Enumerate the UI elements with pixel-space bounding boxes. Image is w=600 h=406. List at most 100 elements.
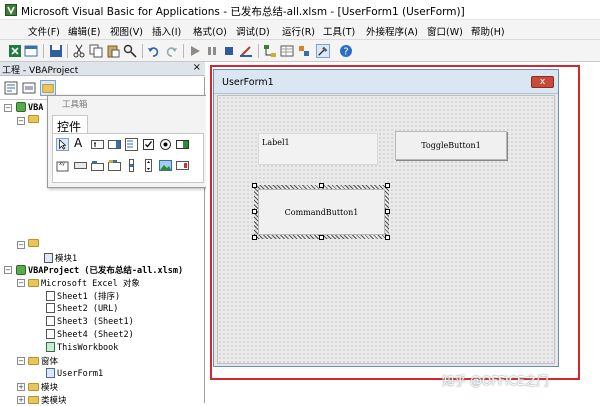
userform-close-button[interactable]: x (531, 76, 554, 88)
menu-debug[interactable]: 调试(D) (236, 24, 270, 38)
reset-icon[interactable] (222, 44, 236, 58)
resize-handle[interactable] (252, 235, 257, 240)
command-button-tool-icon[interactable] (74, 159, 87, 172)
select-pointer-icon[interactable] (56, 138, 69, 151)
design-mode-icon[interactable] (239, 44, 253, 58)
resize-handle[interactable] (252, 183, 257, 188)
togglebutton1-control[interactable]: ToggleButton1 (395, 131, 507, 160)
userform-window[interactable]: UserForm1 x Label1 ToggleButton1 Command… (213, 69, 559, 367)
userform-title-bar[interactable]: UserForm1 x (214, 70, 558, 94)
collapse-toggle[interactable]: − (17, 241, 25, 249)
paste-icon[interactable] (106, 44, 120, 58)
tree-node-userform1[interactable]: UserForm1 (46, 368, 103, 379)
commandbutton1-control[interactable]: CommandButton1 (258, 189, 385, 235)
tree-node-sheet3[interactable]: Sheet3 (Sheet1) (46, 316, 134, 327)
tree-node-folder[interactable] (28, 239, 41, 249)
frame-tool-icon[interactable]: xy (56, 159, 69, 172)
collapse-toggle[interactable]: − (4, 266, 12, 274)
resize-handle[interactable] (319, 183, 324, 188)
break-icon[interactable] (205, 44, 219, 58)
project-explorer-title-bar: 工程 - VBAProject × (0, 62, 205, 76)
resize-handle[interactable] (319, 235, 324, 240)
collapse-toggle[interactable]: − (17, 117, 25, 125)
collapse-toggle[interactable]: − (4, 104, 12, 112)
listbox-tool-icon[interactable] (125, 138, 138, 151)
menu-help[interactable]: 帮助(H) (471, 24, 505, 38)
tree-node-sheet4[interactable]: Sheet4 (Sheet2) (46, 329, 134, 340)
insert-userform-icon[interactable] (24, 44, 38, 58)
tree-node-sheet1[interactable]: Sheet1 (排序) (46, 290, 120, 302)
expand-toggle[interactable]: + (17, 383, 25, 391)
tree-node-forms[interactable]: 窗体 (28, 355, 58, 367)
label1-control[interactable]: Label1 (258, 133, 378, 165)
tab-controls[interactable]: 控件 (52, 115, 88, 134)
tree-node-vbaproject-1[interactable]: VBA (16, 102, 43, 113)
watermark: 知乎 @OFFICE之门 (442, 374, 549, 388)
undo-icon[interactable] (147, 44, 161, 58)
toolbar-separator (67, 44, 68, 58)
resize-handle[interactable] (385, 235, 390, 240)
tree-node-folder[interactable] (28, 115, 41, 125)
menu-file[interactable]: 文件(F) (28, 24, 60, 38)
vbaproject-icon (16, 102, 26, 112)
menu-view[interactable]: 视图(V) (110, 24, 143, 38)
multipage-tool-icon[interactable] (108, 159, 121, 172)
help-icon[interactable]: ? (339, 44, 353, 58)
tree-node-vbaproject[interactable]: VBAProject (已发布总结-all.xlsm) (16, 264, 183, 276)
menu-insert[interactable]: 插入(I) (152, 24, 181, 38)
view-excel-icon[interactable] (8, 44, 22, 58)
label-tool-icon[interactable]: A (74, 136, 87, 150)
toggle-button-tool-icon[interactable] (176, 138, 189, 151)
spin-button-tool-icon[interactable] (142, 159, 155, 172)
menu-format[interactable]: 格式(O) (193, 24, 227, 38)
properties-window-icon[interactable] (280, 44, 294, 58)
tree-node-module1[interactable]: 模块1 (44, 252, 77, 264)
collapse-toggle[interactable]: − (17, 357, 25, 365)
title-bar: Microsoft Visual Basic for Applications … (0, 0, 600, 20)
find-icon[interactable] (123, 44, 137, 58)
toolbox-icon[interactable] (316, 44, 330, 58)
collapse-toggle[interactable]: − (17, 279, 25, 287)
toolbar-separator (183, 44, 184, 58)
cut-icon[interactable] (72, 44, 86, 58)
tree-node-modules[interactable]: 模块 (28, 381, 58, 393)
svg-text:?: ? (343, 47, 348, 58)
tree-node-sheet2[interactable]: Sheet2 (URL) (46, 303, 118, 314)
toolbox-title-bar[interactable]: 工具箱 (48, 96, 207, 110)
refedit-tool-icon[interactable] (176, 159, 189, 172)
menu-tools[interactable]: 工具(T) (323, 24, 355, 38)
userform-design-grid[interactable]: Label1 ToggleButton1 CommandButton1 (217, 95, 555, 364)
option-button-tool-icon[interactable] (159, 138, 172, 151)
workbook-icon (46, 342, 55, 352)
save-icon[interactable] (49, 44, 63, 58)
redo-icon[interactable] (164, 44, 178, 58)
scrollbar-tool-icon[interactable] (125, 159, 138, 172)
resize-handle[interactable] (252, 209, 257, 214)
tree-node-thisworkbook[interactable]: ThisWorkbook (46, 342, 118, 353)
folder-icon (28, 115, 39, 123)
toolbox-window: 工具箱 控件 A xy (47, 95, 208, 188)
tree-node-class-modules[interactable]: 类模块 (28, 394, 67, 406)
copy-icon[interactable] (89, 44, 103, 58)
menu-addins[interactable]: 外接程序(A) (366, 24, 418, 38)
checkbox-tool-icon[interactable] (142, 138, 155, 151)
object-browser-icon[interactable] (297, 44, 311, 58)
menu-edit[interactable]: 编辑(E) (68, 24, 100, 38)
resize-handle[interactable] (385, 209, 390, 214)
menu-run[interactable]: 运行(R) (282, 24, 315, 38)
close-icon[interactable]: × (193, 62, 201, 73)
tabstrip-tool-icon[interactable] (91, 159, 104, 172)
toggle-folders-icon[interactable] (40, 80, 56, 96)
resize-handle[interactable] (385, 183, 390, 188)
textbox-tool-icon[interactable] (91, 138, 104, 151)
standard-toolbar: ? (0, 40, 600, 62)
tree-node-excel-objects[interactable]: Microsoft Excel 对象 (28, 277, 140, 289)
menu-window[interactable]: 窗口(W) (427, 24, 463, 38)
run-icon[interactable] (188, 44, 202, 58)
combobox-tool-icon[interactable] (108, 138, 121, 151)
image-tool-icon[interactable] (159, 159, 172, 172)
folder-icon (28, 279, 39, 287)
view-object-icon[interactable] (22, 81, 36, 95)
project-explorer-icon[interactable] (263, 44, 277, 58)
view-code-icon[interactable] (4, 81, 18, 95)
